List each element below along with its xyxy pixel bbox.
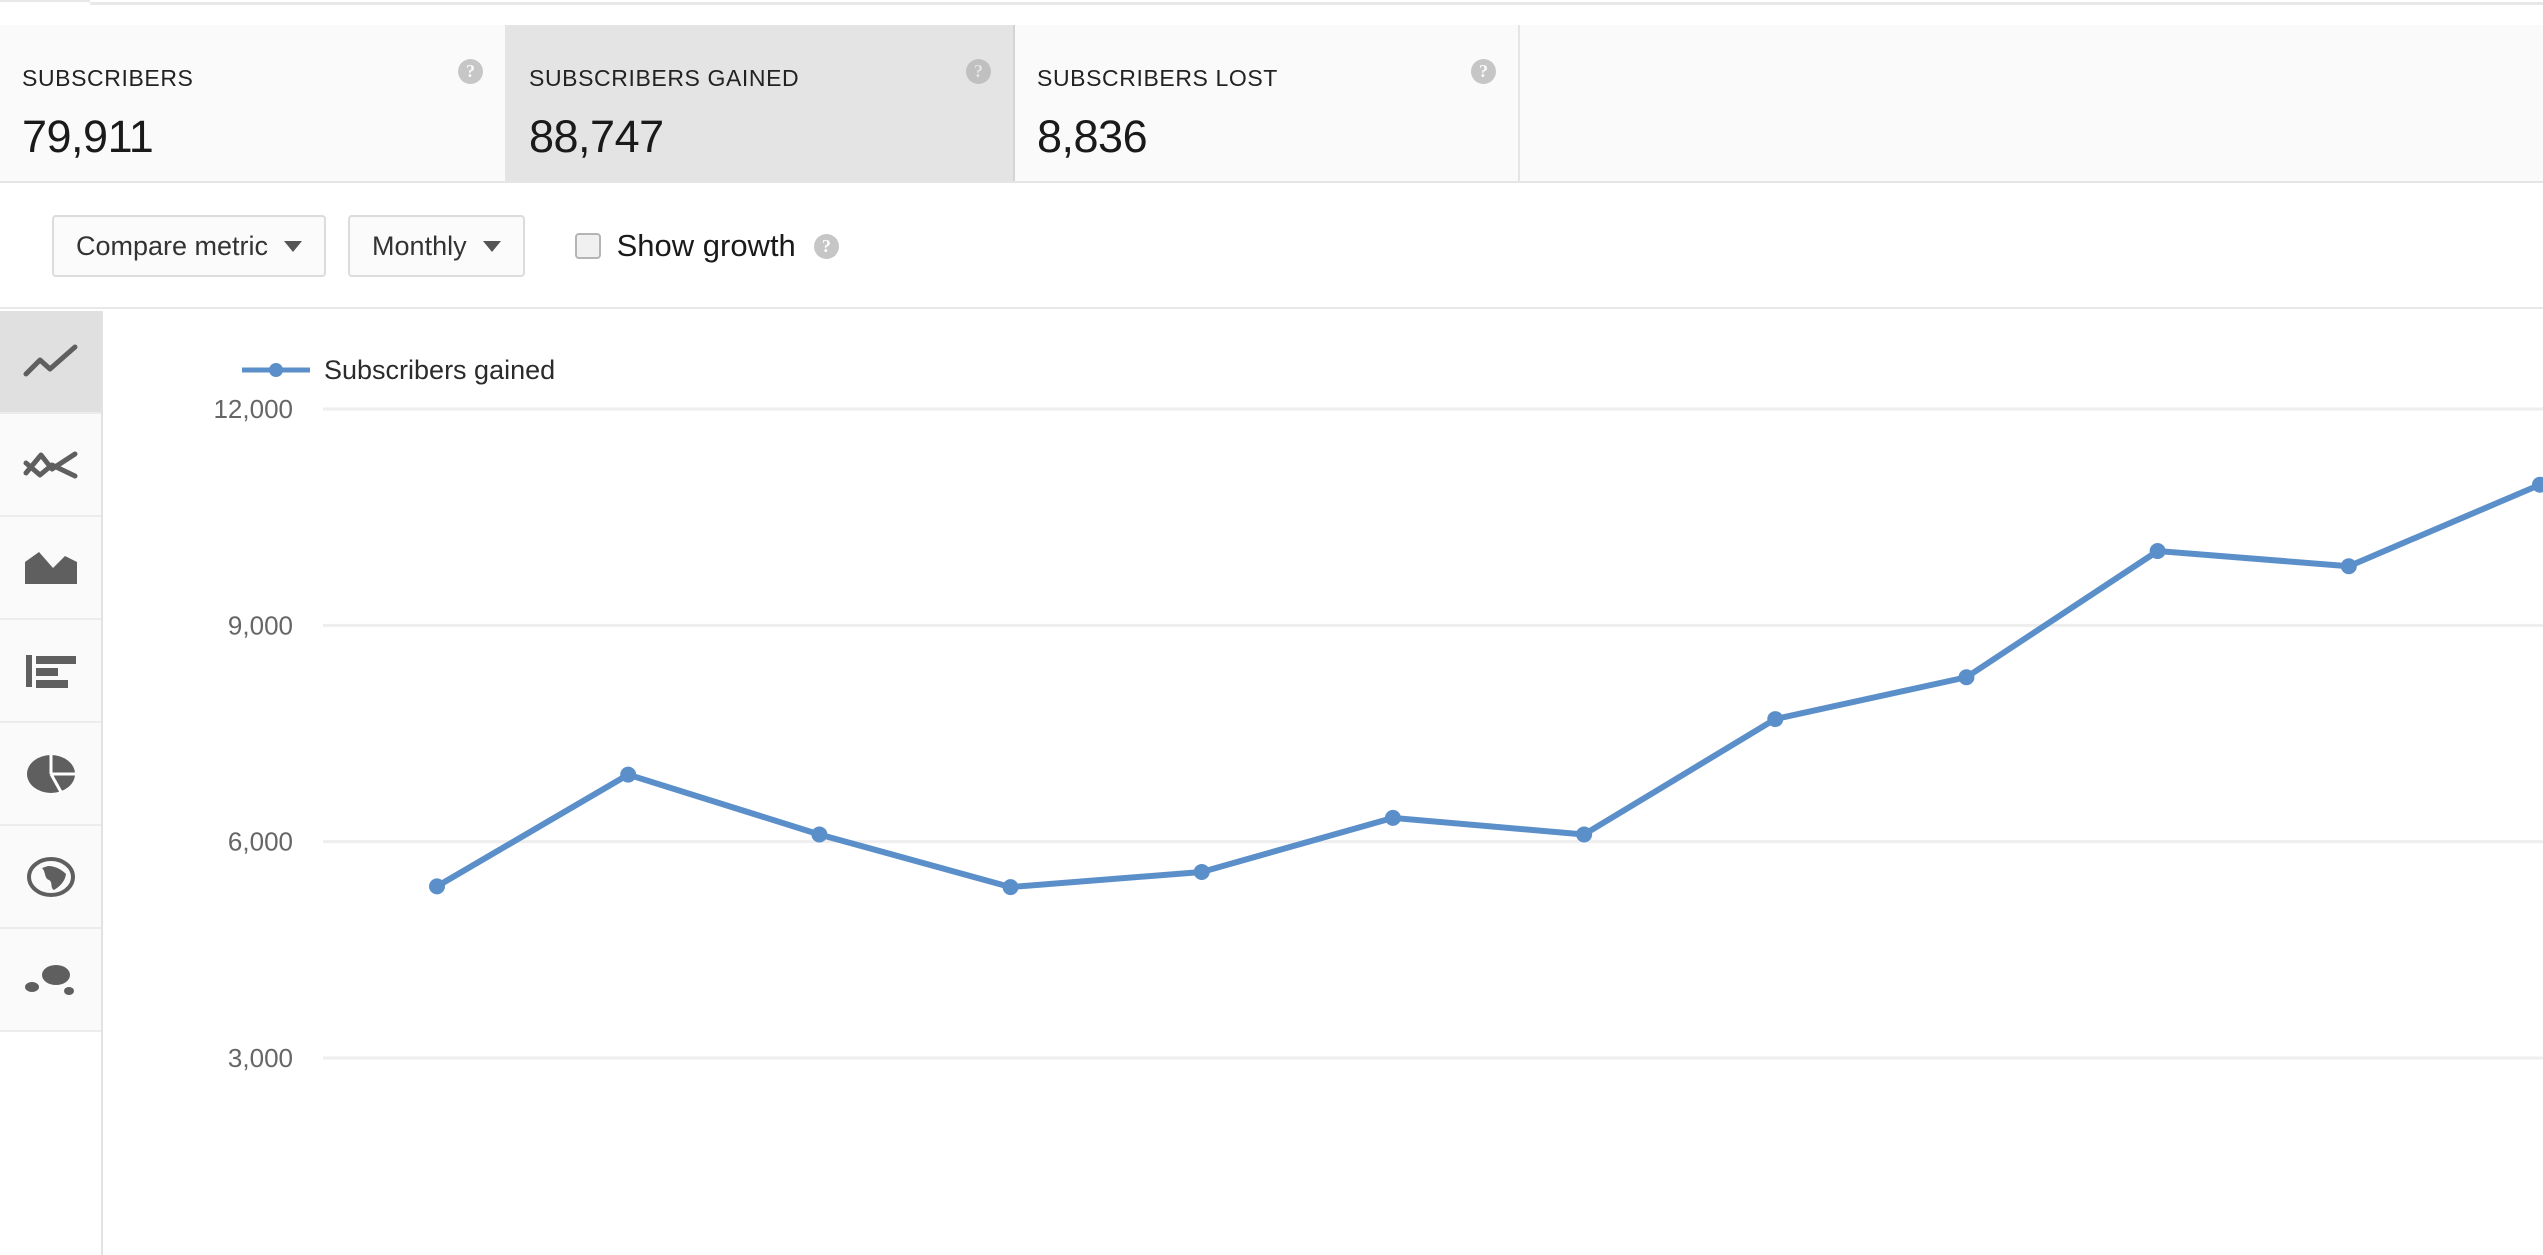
- data-point[interactable]: [620, 766, 637, 783]
- top-strip-rule: [90, 2, 2543, 5]
- y-axis-tick-label: 6,000: [228, 827, 293, 857]
- legend-marker-icon: [242, 363, 310, 377]
- metric-card-subscribers-gained-label: SUBSCRIBERS GAINED: [529, 65, 800, 91]
- show-growth-label: Show growth: [616, 228, 796, 263]
- metric-card-subscribers-lost-label: SUBSCRIBERS LOST: [1037, 65, 1278, 91]
- sidebar-item-bar-chart[interactable]: [0, 620, 101, 723]
- sidebar-item-pie-chart[interactable]: [0, 723, 101, 826]
- metric-card-subscribers-gained-value: 88,747: [529, 111, 664, 162]
- data-point[interactable]: [811, 826, 828, 843]
- geography-globe-icon: [26, 856, 76, 898]
- multi-line-chart-icon: [23, 445, 79, 485]
- sidebar-item-multi-line-chart[interactable]: [0, 414, 101, 517]
- data-point[interactable]: [1384, 809, 1401, 826]
- metric-card-subscribers-lost[interactable]: SUBSCRIBERS LOST 8,836 ?: [1015, 25, 1520, 181]
- compare-metric-dropdown[interactable]: Compare metric: [52, 215, 327, 277]
- top-strip: [0, 0, 2543, 25]
- period-dropdown[interactable]: Monthly: [348, 215, 525, 277]
- line-chart-icon: [23, 342, 79, 382]
- help-icon[interactable]: ?: [1471, 59, 1496, 84]
- data-point[interactable]: [2149, 543, 2166, 560]
- y-axis-tick-label: 9,000: [228, 610, 293, 640]
- metric-card-subscribers[interactable]: SUBSCRIBERS 79,911 ?: [0, 25, 507, 181]
- data-point[interactable]: [1002, 879, 1019, 896]
- y-axis-tick-label: 3,000: [228, 1043, 293, 1073]
- help-icon[interactable]: ?: [813, 233, 839, 259]
- chart-type-rail: [0, 311, 103, 1032]
- data-point[interactable]: [1767, 711, 1784, 728]
- analytics-page: SUBSCRIBERS 79,911 ? SUBSCRIBERS GAINED …: [0, 0, 2543, 1255]
- chevron-down-icon: [284, 240, 303, 252]
- chart-legend: Subscribers gained: [240, 355, 555, 385]
- data-point[interactable]: [429, 878, 445, 895]
- compare-metric-label: Compare metric: [76, 230, 269, 261]
- metric-card-subscribers-value: 79,911: [22, 111, 154, 162]
- top-strip-corner: [0, 0, 90, 2]
- metric-card-subscribers-label: SUBSCRIBERS: [22, 65, 194, 91]
- area-chart-icon: [23, 548, 79, 588]
- data-point[interactable]: [2340, 558, 2357, 575]
- sidebar-item-area-chart[interactable]: [0, 517, 101, 620]
- metric-card-empty-slot: [1520, 25, 2543, 181]
- metric-cards-row: SUBSCRIBERS 79,911 ? SUBSCRIBERS GAINED …: [0, 25, 2543, 183]
- subscribers-gained-line-chart[interactable]: 12,000 9,000 6,000 3,000: [103, 311, 2543, 1255]
- chart-canvas: 12,000 9,000 6,000 3,000: [103, 311, 2543, 1255]
- pie-chart-icon: [25, 753, 77, 795]
- metric-card-subscribers-lost-value: 8,836: [1037, 111, 1148, 162]
- chart-toolbar: Compare metric Monthly Show growth ?: [0, 185, 2543, 309]
- data-point[interactable]: [1193, 863, 1210, 880]
- bubble-chart-icon: [23, 960, 79, 1000]
- y-axis-tick-label: 12,000: [213, 394, 293, 424]
- metric-card-subscribers-gained[interactable]: SUBSCRIBERS GAINED 88,747 ?: [507, 25, 1015, 181]
- bar-chart-icon: [23, 651, 79, 691]
- help-icon[interactable]: ?: [966, 59, 991, 84]
- series-line-subscribers-gained: [434, 481, 2543, 891]
- data-point[interactable]: [1958, 669, 1975, 686]
- data-point[interactable]: [1576, 826, 1593, 843]
- period-label: Monthly: [372, 230, 467, 261]
- help-icon[interactable]: ?: [458, 59, 483, 84]
- sidebar-item-bubble-chart[interactable]: [0, 929, 101, 1032]
- show-growth-checkbox[interactable]: [574, 233, 601, 259]
- show-growth-group: Show growth ?: [574, 228, 839, 264]
- chevron-down-icon: [482, 240, 501, 252]
- sidebar-item-geography[interactable]: [0, 826, 101, 929]
- sidebar-item-line-chart[interactable]: [0, 311, 101, 414]
- legend-label-subscribers-gained: Subscribers gained: [324, 354, 556, 385]
